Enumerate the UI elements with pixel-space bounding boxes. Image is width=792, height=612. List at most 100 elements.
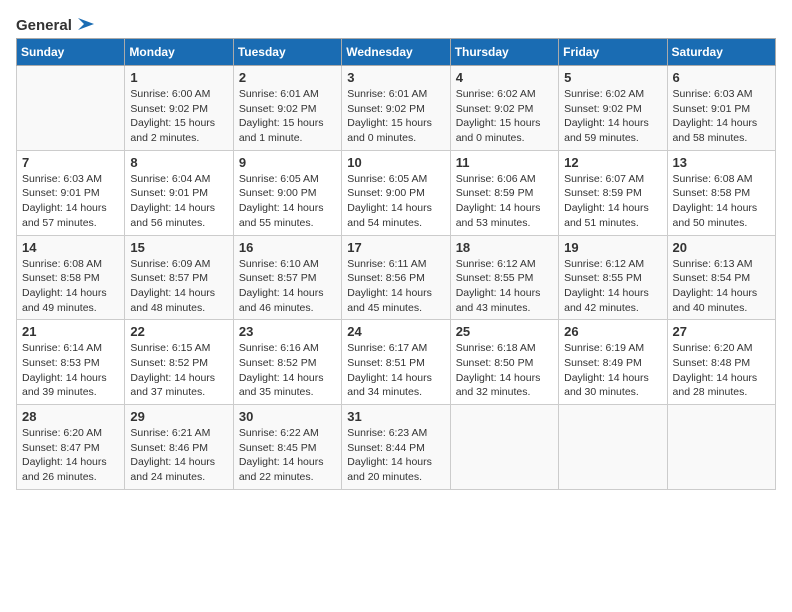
calendar-cell: 15 Sunrise: 6:09 AM Sunset: 8:57 PM Dayli… <box>125 235 233 320</box>
calendar-cell: 18 Sunrise: 6:12 AM Sunset: 8:55 PM Dayli… <box>450 235 558 320</box>
day-number: 9 <box>239 155 336 170</box>
day-info: Sunrise: 6:20 AM Sunset: 8:47 PM Dayligh… <box>22 426 119 485</box>
calendar-cell: 9Sunrise: 6:05 AM Sunset: 9:00 PM Daylig… <box>233 150 341 235</box>
calendar-cell: 16 Sunrise: 6:10 AM Sunset: 8:57 PM Dayli… <box>233 235 341 320</box>
day-number: 17 <box>347 240 444 255</box>
calendar-cell: 20 Sunrise: 6:13 AM Sunset: 8:54 PM Dayli… <box>667 235 775 320</box>
calendar-cell: 17 Sunrise: 6:11 AM Sunset: 8:56 PM Dayli… <box>342 235 450 320</box>
calendar-cell: 28 Sunrise: 6:20 AM Sunset: 8:47 PM Dayli… <box>17 405 125 490</box>
day-info: Sunrise: 6:03 AM Sunset: 9:01 PM Dayligh… <box>22 172 119 231</box>
day-number: 16 <box>239 240 336 255</box>
calendar-cell: 22 Sunrise: 6:15 AM Sunset: 8:52 PM Dayli… <box>125 320 233 405</box>
day-number: 13 <box>673 155 770 170</box>
day-info: Sunrise: 6:02 AM Sunset: 9:02 PM Dayligh… <box>456 87 553 146</box>
day-number: 30 <box>239 409 336 424</box>
day-info: Sunrise: 6:12 AM Sunset: 8:55 PM Dayligh… <box>564 257 661 316</box>
day-info: Sunrise: 6:21 AM Sunset: 8:46 PM Dayligh… <box>130 426 227 485</box>
day-number: 8 <box>130 155 227 170</box>
calendar-cell: 27Sunrise: 6:20 AM Sunset: 8:48 PM Dayli… <box>667 320 775 405</box>
logo-general: General <box>16 17 72 34</box>
calendar-cell: 21 Sunrise: 6:14 AM Sunset: 8:53 PM Dayli… <box>17 320 125 405</box>
day-info: Sunrise: 6:04 AM Sunset: 9:01 PM Dayligh… <box>130 172 227 231</box>
calendar-week-row: 14 Sunrise: 6:08 AM Sunset: 8:58 PM Dayli… <box>17 235 776 320</box>
calendar-cell: 8 Sunrise: 6:04 AM Sunset: 9:01 PM Daylig… <box>125 150 233 235</box>
calendar-cell: 12Sunrise: 6:07 AM Sunset: 8:59 PM Dayli… <box>559 150 667 235</box>
day-number: 14 <box>22 240 119 255</box>
day-number: 31 <box>347 409 444 424</box>
calendar-cell: 3 Sunrise: 6:01 AM Sunset: 9:02 PM Daylig… <box>342 66 450 151</box>
calendar-week-row: 28 Sunrise: 6:20 AM Sunset: 8:47 PM Dayli… <box>17 405 776 490</box>
day-number: 3 <box>347 70 444 85</box>
calendar-cell: 19Sunrise: 6:12 AM Sunset: 8:55 PM Dayli… <box>559 235 667 320</box>
calendar-cell: 4 Sunrise: 6:02 AM Sunset: 9:02 PM Daylig… <box>450 66 558 151</box>
day-number: 7 <box>22 155 119 170</box>
calendar-cell: 31 Sunrise: 6:23 AM Sunset: 8:44 PM Dayli… <box>342 405 450 490</box>
day-number: 11 <box>456 155 553 170</box>
column-header-saturday: Saturday <box>667 39 775 66</box>
calendar-cell: 2Sunrise: 6:01 AM Sunset: 9:02 PM Daylig… <box>233 66 341 151</box>
day-number: 25 <box>456 324 553 339</box>
logo: General <box>16 16 98 30</box>
day-info: Sunrise: 6:08 AM Sunset: 8:58 PM Dayligh… <box>673 172 770 231</box>
day-number: 20 <box>673 240 770 255</box>
day-info: Sunrise: 6:10 AM Sunset: 8:57 PM Dayligh… <box>239 257 336 316</box>
calendar-cell: 11 Sunrise: 6:06 AM Sunset: 8:59 PM Dayli… <box>450 150 558 235</box>
day-info: Sunrise: 6:15 AM Sunset: 8:52 PM Dayligh… <box>130 341 227 400</box>
day-info: Sunrise: 6:19 AM Sunset: 8:49 PM Dayligh… <box>564 341 661 400</box>
calendar-cell: 7 Sunrise: 6:03 AM Sunset: 9:01 PM Daylig… <box>17 150 125 235</box>
calendar-cell: 25 Sunrise: 6:18 AM Sunset: 8:50 PM Dayli… <box>450 320 558 405</box>
calendar-cell: 1Sunrise: 6:00 AM Sunset: 9:02 PM Daylig… <box>125 66 233 151</box>
day-number: 10 <box>347 155 444 170</box>
day-info: Sunrise: 6:14 AM Sunset: 8:53 PM Dayligh… <box>22 341 119 400</box>
day-info: Sunrise: 6:23 AM Sunset: 8:44 PM Dayligh… <box>347 426 444 485</box>
day-number: 28 <box>22 409 119 424</box>
calendar-cell: 10 Sunrise: 6:05 AM Sunset: 9:00 PM Dayli… <box>342 150 450 235</box>
calendar-cell <box>450 405 558 490</box>
calendar-cell <box>17 66 125 151</box>
day-info: Sunrise: 6:18 AM Sunset: 8:50 PM Dayligh… <box>456 341 553 400</box>
day-number: 29 <box>130 409 227 424</box>
day-info: Sunrise: 6:08 AM Sunset: 8:58 PM Dayligh… <box>22 257 119 316</box>
day-number: 4 <box>456 70 553 85</box>
calendar-header-row: SundayMondayTuesdayWednesdayThursdayFrid… <box>17 39 776 66</box>
calendar-cell <box>559 405 667 490</box>
day-info: Sunrise: 6:01 AM Sunset: 9:02 PM Dayligh… <box>239 87 336 146</box>
column-header-sunday: Sunday <box>17 39 125 66</box>
day-info: Sunrise: 6:17 AM Sunset: 8:51 PM Dayligh… <box>347 341 444 400</box>
calendar-cell: 26 Sunrise: 6:19 AM Sunset: 8:49 PM Dayli… <box>559 320 667 405</box>
calendar-cell: 6 Sunrise: 6:03 AM Sunset: 9:01 PM Daylig… <box>667 66 775 151</box>
day-info: Sunrise: 6:03 AM Sunset: 9:01 PM Dayligh… <box>673 87 770 146</box>
header: General <box>16 16 776 30</box>
day-number: 21 <box>22 324 119 339</box>
day-number: 18 <box>456 240 553 255</box>
day-info: Sunrise: 6:01 AM Sunset: 9:02 PM Dayligh… <box>347 87 444 146</box>
day-info: Sunrise: 6:11 AM Sunset: 8:56 PM Dayligh… <box>347 257 444 316</box>
calendar-cell: 30 Sunrise: 6:22 AM Sunset: 8:45 PM Dayli… <box>233 405 341 490</box>
day-info: Sunrise: 6:12 AM Sunset: 8:55 PM Dayligh… <box>456 257 553 316</box>
column-header-tuesday: Tuesday <box>233 39 341 66</box>
column-header-wednesday: Wednesday <box>342 39 450 66</box>
day-number: 15 <box>130 240 227 255</box>
day-info: Sunrise: 6:20 AM Sunset: 8:48 PM Dayligh… <box>673 341 770 400</box>
day-info: Sunrise: 6:07 AM Sunset: 8:59 PM Dayligh… <box>564 172 661 231</box>
day-number: 26 <box>564 324 661 339</box>
calendar-cell: 14 Sunrise: 6:08 AM Sunset: 8:58 PM Dayli… <box>17 235 125 320</box>
column-header-monday: Monday <box>125 39 233 66</box>
day-number: 22 <box>130 324 227 339</box>
day-number: 6 <box>673 70 770 85</box>
day-info: Sunrise: 6:02 AM Sunset: 9:02 PM Dayligh… <box>564 87 661 146</box>
logo-bird-icon <box>74 16 96 34</box>
calendar-table: SundayMondayTuesdayWednesdayThursdayFrid… <box>16 38 776 490</box>
column-header-friday: Friday <box>559 39 667 66</box>
calendar-cell: 29 Sunrise: 6:21 AM Sunset: 8:46 PM Dayli… <box>125 405 233 490</box>
day-number: 23 <box>239 324 336 339</box>
day-info: Sunrise: 6:22 AM Sunset: 8:45 PM Dayligh… <box>239 426 336 485</box>
calendar-week-row: 1Sunrise: 6:00 AM Sunset: 9:02 PM Daylig… <box>17 66 776 151</box>
day-info: Sunrise: 6:05 AM Sunset: 9:00 PM Dayligh… <box>347 172 444 231</box>
day-info: Sunrise: 6:00 AM Sunset: 9:02 PM Dayligh… <box>130 87 227 146</box>
day-info: Sunrise: 6:09 AM Sunset: 8:57 PM Dayligh… <box>130 257 227 316</box>
day-info: Sunrise: 6:13 AM Sunset: 8:54 PM Dayligh… <box>673 257 770 316</box>
column-header-thursday: Thursday <box>450 39 558 66</box>
day-info: Sunrise: 6:06 AM Sunset: 8:59 PM Dayligh… <box>456 172 553 231</box>
calendar-cell: 13 Sunrise: 6:08 AM Sunset: 8:58 PM Dayli… <box>667 150 775 235</box>
